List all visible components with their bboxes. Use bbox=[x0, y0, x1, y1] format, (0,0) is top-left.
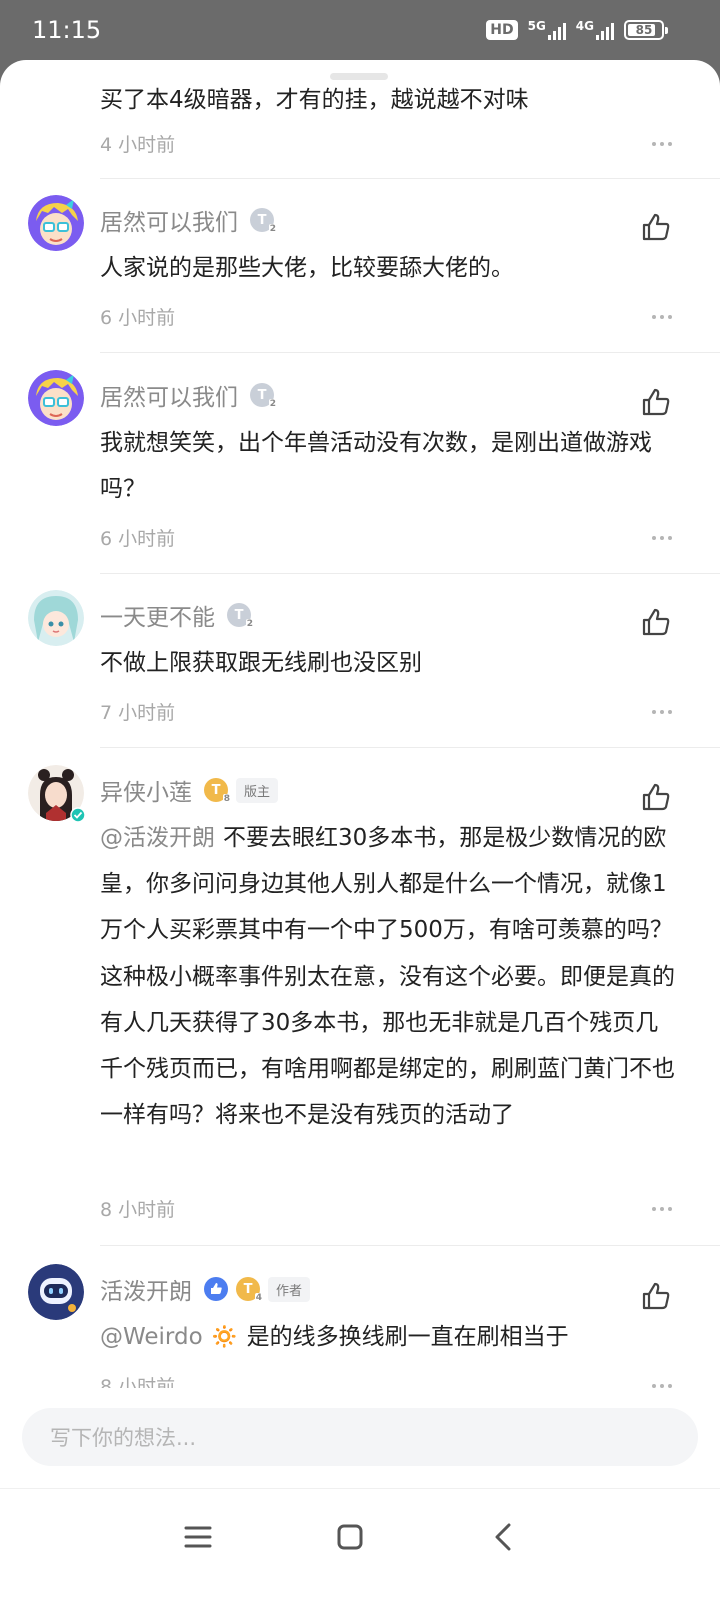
divider bbox=[100, 178, 720, 179]
level-badge-label: T bbox=[243, 1281, 253, 1297]
robot-avatar-icon[interactable] bbox=[28, 1264, 84, 1320]
comment-header: 居然可以我们 T2 bbox=[100, 378, 277, 412]
home-icon[interactable] bbox=[330, 1517, 370, 1557]
divider bbox=[100, 573, 720, 574]
comment-feed[interactable]: 买了本4级暗器，才有的挂，越说越不对味 4 小时前 居然可以我们 T2 人家说的… bbox=[0, 60, 720, 1395]
partial-comment-text: 买了本4级暗器，才有的挂，越说越不对味 bbox=[100, 87, 529, 113]
level-badge-icon: T2 bbox=[227, 603, 254, 629]
anime-girl-avatar-icon[interactable] bbox=[28, 590, 84, 646]
like-thumb-icon[interactable] bbox=[640, 386, 672, 418]
status-icons: HD 5G 4G 85 bbox=[486, 20, 668, 40]
comment-header: 异侠小莲 T8 版主 bbox=[100, 773, 279, 807]
comment-header: 活泼开朗 T4 作者 bbox=[100, 1272, 311, 1306]
comment-text: 人家说的是那些大佬，比较要舔大佬的。 bbox=[100, 255, 514, 281]
level-badge-icon: T2 bbox=[250, 383, 277, 409]
username[interactable]: 一天更不能 bbox=[100, 598, 215, 632]
comment-body: 是的线多换线刷一直在刷相当于 bbox=[246, 1324, 569, 1350]
4g-signal-icon: 4G bbox=[576, 20, 614, 40]
username[interactable]: 居然可以我们 bbox=[100, 378, 238, 412]
comment-time: 8 小时前 bbox=[100, 1199, 176, 1221]
partial-comment-time: 4 小时前 bbox=[100, 134, 176, 156]
level-badge-label: T bbox=[257, 212, 267, 228]
level-badge-icon: T2 bbox=[250, 208, 277, 234]
net2-label: 4G bbox=[575, 19, 594, 33]
comment-body: 不要去眼红30多本书，那是极少数情况的欧皇，你多问问身边其他人别人都是什么一个情… bbox=[100, 825, 675, 1129]
cartoon-avatar-icon[interactable] bbox=[28, 370, 84, 426]
like-thumb-icon[interactable] bbox=[640, 211, 672, 243]
comment-text: @活泼开朗 不要去眼红30多本书，那是极少数情况的欧皇，你多问问身边其他人别人都是… bbox=[100, 815, 680, 1138]
level-badge-icon: T4 bbox=[236, 1277, 263, 1303]
divider bbox=[100, 352, 720, 353]
menu-icon[interactable] bbox=[178, 1517, 218, 1557]
like-thumb-icon[interactable] bbox=[640, 606, 672, 638]
comment-time: 6 小时前 bbox=[100, 528, 176, 550]
mention-link[interactable]: @活泼开朗 bbox=[100, 825, 215, 851]
moderator-badge: 版主 bbox=[236, 777, 279, 803]
more-options-icon[interactable] bbox=[652, 707, 682, 717]
more-options-icon[interactable] bbox=[652, 312, 682, 322]
verified-badge-icon bbox=[70, 807, 86, 823]
5g-signal-icon: 5G bbox=[528, 20, 566, 40]
comment-text: @Weirdo 🔅 是的线多换线刷一直在刷相当于 bbox=[100, 1314, 680, 1360]
status-time: 11:15 bbox=[32, 16, 102, 44]
like-badge-icon bbox=[204, 1277, 228, 1301]
status-bar: 11:15 HD 5G 4G 85 bbox=[0, 0, 720, 62]
more-options-icon[interactable] bbox=[652, 139, 682, 149]
back-icon[interactable] bbox=[484, 1517, 524, 1557]
comment-header: 一天更不能 T2 bbox=[100, 598, 254, 632]
divider bbox=[100, 747, 720, 748]
comment-input-bar: 写下你的想法... bbox=[0, 1388, 720, 1488]
divider bbox=[100, 1245, 720, 1246]
comment-time: 7 小时前 bbox=[100, 702, 176, 724]
net1-label: 5G bbox=[527, 19, 546, 33]
comment-text: 不做上限获取跟无线刷也没区别 bbox=[100, 650, 422, 676]
level-badge-label: T bbox=[257, 387, 267, 403]
cartoon-avatar-icon[interactable] bbox=[28, 195, 84, 251]
level-badge-label: T bbox=[234, 607, 244, 623]
comment-header: 居然可以我们 T2 bbox=[100, 203, 277, 237]
more-options-icon[interactable] bbox=[652, 1204, 682, 1214]
level-badge-label: T bbox=[211, 782, 221, 798]
comment-input[interactable]: 写下你的想法... bbox=[22, 1408, 698, 1466]
system-nav-bar bbox=[0, 1488, 720, 1600]
comment-sheet: 买了本4级暗器，才有的挂，越说越不对味 4 小时前 居然可以我们 T2 人家说的… bbox=[0, 60, 720, 1600]
mention-link[interactable]: @Weirdo 🔅 bbox=[100, 1324, 239, 1350]
battery-icon: 85 bbox=[624, 20, 668, 40]
battery-level-text: 85 bbox=[635, 23, 653, 37]
comment-time: 6 小时前 bbox=[100, 307, 176, 329]
more-options-icon[interactable] bbox=[652, 533, 682, 543]
username[interactable]: 居然可以我们 bbox=[100, 203, 238, 237]
like-thumb-icon[interactable] bbox=[640, 1280, 672, 1312]
hd-voice-icon: HD bbox=[486, 20, 518, 40]
username[interactable]: 活泼开朗 bbox=[100, 1272, 192, 1306]
like-thumb-icon[interactable] bbox=[640, 781, 672, 813]
author-badge: 作者 bbox=[268, 1276, 311, 1302]
comment-text: 我就想笑笑，出个年兽活动没有次数，是刚出道做游戏吗？ bbox=[100, 430, 652, 502]
username[interactable]: 异侠小莲 bbox=[100, 773, 192, 807]
level-badge-icon: T8 bbox=[204, 778, 231, 804]
